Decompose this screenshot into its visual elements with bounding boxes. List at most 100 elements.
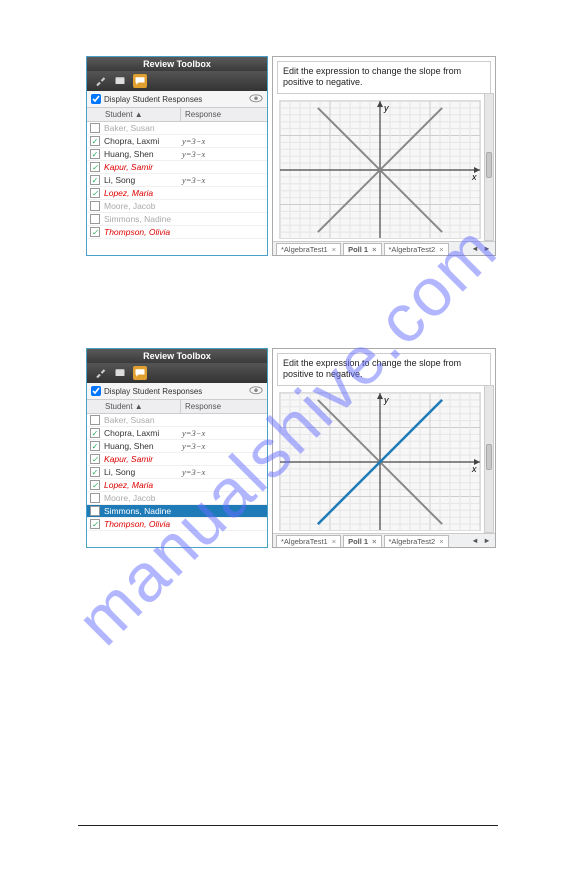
table-row[interactable]: Moore, Jacob (87, 200, 267, 213)
student-name: Lopez, Maria (104, 480, 182, 490)
table-row[interactable]: Huang, Sheny=3−x (87, 440, 267, 453)
student-name: Li, Song (104, 175, 182, 185)
tab[interactable]: *AlgebraTest1× (276, 535, 341, 547)
display-checkbox[interactable] (91, 94, 101, 104)
col-response[interactable]: Response (181, 400, 267, 413)
table-row[interactable]: Huang, Sheny=3−x (87, 148, 267, 161)
student-name: Baker, Susan (104, 415, 182, 425)
tab[interactable]: Poll 1× (343, 535, 381, 547)
table-row[interactable]: Kapur, Samir (87, 453, 267, 466)
scrollbar[interactable] (484, 385, 494, 533)
table-row[interactable]: Lopez, Maria (87, 187, 267, 200)
table-row[interactable]: Chopra, Laxmiy=3−x (87, 427, 267, 440)
student-name: Moore, Jacob (104, 201, 182, 211)
row-checkbox[interactable] (90, 467, 100, 477)
display-checkbox[interactable] (91, 386, 101, 396)
nav-prev-icon[interactable]: ◄ (470, 244, 480, 254)
toolbox-iconbar (87, 71, 267, 91)
plot-area[interactable]: xy (279, 100, 481, 240)
tab[interactable]: *AlgebraTest2× (384, 535, 449, 547)
table-row[interactable]: Chopra, Laxmiy=3−x (87, 135, 267, 148)
student-response: y=3−x (182, 136, 264, 146)
panel-1: Review Toolbox Display Student Responses… (86, 56, 496, 256)
row-checkbox[interactable] (90, 201, 100, 211)
card-icon[interactable] (113, 366, 127, 380)
row-checkbox[interactable] (90, 149, 100, 159)
student-response: y=3−x (182, 467, 264, 477)
close-icon[interactable]: × (372, 537, 376, 546)
close-icon[interactable]: × (332, 537, 336, 546)
row-checkbox[interactable] (90, 227, 100, 237)
row-checkbox[interactable] (90, 441, 100, 451)
tools-icon[interactable] (93, 74, 107, 88)
table-row[interactable]: Simmons, Nadine (87, 213, 267, 226)
student-response: y=3−x (182, 428, 264, 438)
row-checkbox[interactable] (90, 188, 100, 198)
row-checkbox[interactable] (90, 506, 100, 516)
row-checkbox[interactable] (90, 519, 100, 529)
card-icon[interactable] (113, 74, 127, 88)
row-checkbox[interactable] (90, 480, 100, 490)
student-name: Simmons, Nadine (104, 214, 182, 224)
prompt-text: Edit the expression to change the slope … (277, 353, 491, 386)
student-name: Kapur, Samir (104, 162, 182, 172)
display-bar: Display Student Responses (87, 383, 267, 400)
tab[interactable]: *AlgebraTest2× (384, 243, 449, 255)
table-header: Student ▲ Response (87, 108, 267, 122)
chat-icon[interactable] (133, 74, 147, 88)
close-icon[interactable]: × (372, 245, 376, 254)
table-row[interactable]: Baker, Susan (87, 122, 267, 135)
row-checkbox[interactable] (90, 175, 100, 185)
svg-text:x: x (471, 464, 477, 474)
table-row[interactable]: Kapur, Samir (87, 161, 267, 174)
col-student[interactable]: Student ▲ (87, 400, 181, 413)
toolbox-title: Review Toolbox (87, 57, 267, 71)
toolbox-title: Review Toolbox (87, 349, 267, 363)
close-icon[interactable]: × (332, 245, 336, 254)
row-checkbox[interactable] (90, 136, 100, 146)
eye-icon[interactable] (249, 385, 263, 397)
row-checkbox[interactable] (90, 214, 100, 224)
table-row[interactable]: Thompson, Olivia (87, 226, 267, 239)
tools-icon[interactable] (93, 366, 107, 380)
row-checkbox[interactable] (90, 415, 100, 425)
tab[interactable]: *AlgebraTest1× (276, 243, 341, 255)
chat-icon[interactable] (133, 366, 147, 380)
table-row[interactable]: Thompson, Olivia (87, 518, 267, 531)
student-name: Chopra, Laxmi (104, 428, 182, 438)
nav-next-icon[interactable]: ► (482, 244, 492, 254)
plot-area[interactable]: xy (279, 392, 481, 532)
nav-next-icon[interactable]: ► (482, 536, 492, 546)
eye-icon[interactable] (249, 93, 263, 105)
table-row[interactable]: Li, Songy=3−x (87, 174, 267, 187)
nav-prev-icon[interactable]: ◄ (470, 536, 480, 546)
table-row[interactable]: Moore, Jacob (87, 492, 267, 505)
close-icon[interactable]: × (439, 537, 443, 546)
table-row[interactable]: Simmons, Nadine (87, 505, 267, 518)
row-checkbox[interactable] (90, 428, 100, 438)
table-row[interactable]: Lopez, Maria (87, 479, 267, 492)
table-row[interactable]: Baker, Susan (87, 414, 267, 427)
svg-text:x: x (471, 172, 477, 182)
footer-rule (78, 825, 498, 826)
student-name: Thompson, Olivia (104, 227, 182, 237)
toolbox-iconbar (87, 363, 267, 383)
graph-pane: Edit the expression to change the slope … (272, 348, 496, 548)
student-name: Lopez, Maria (104, 188, 182, 198)
table-rows: Baker, SusanChopra, Laxmiy=3−xHuang, She… (87, 414, 267, 547)
row-checkbox[interactable] (90, 123, 100, 133)
row-checkbox[interactable] (90, 162, 100, 172)
col-student[interactable]: Student ▲ (87, 108, 181, 121)
row-checkbox[interactable] (90, 454, 100, 464)
student-name: Li, Song (104, 467, 182, 477)
scrollbar[interactable] (484, 93, 494, 241)
svg-text:y: y (383, 103, 389, 113)
row-checkbox[interactable] (90, 493, 100, 503)
svg-text:y: y (383, 395, 389, 405)
table-row[interactable]: Li, Songy=3−x (87, 466, 267, 479)
tab[interactable]: Poll 1× (343, 243, 381, 255)
col-response[interactable]: Response (181, 108, 267, 121)
tab-bar: *AlgebraTest1×Poll 1×*AlgebraTest2× ◄► (273, 241, 495, 255)
close-icon[interactable]: × (439, 245, 443, 254)
table-header: Student ▲ Response (87, 400, 267, 414)
